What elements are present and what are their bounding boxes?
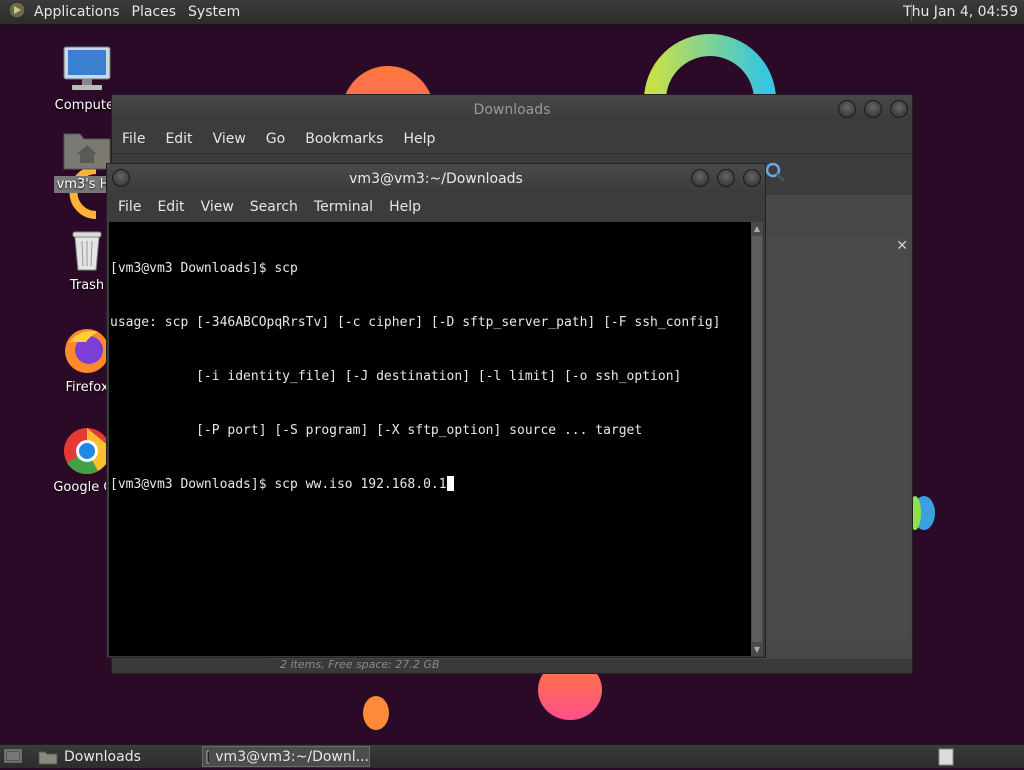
terminal-window: vm3@vm3:~/Downloads File Edit View Searc…: [106, 163, 766, 658]
maximize-button[interactable]: [864, 100, 882, 118]
menu-terminal[interactable]: Terminal: [314, 199, 373, 215]
text-cursor: [446, 476, 454, 491]
scroll-up-icon[interactable]: ▲: [751, 224, 763, 233]
applications-menu[interactable]: Applications: [34, 4, 120, 20]
scrollbar-thumb[interactable]: [752, 236, 762, 642]
clock[interactable]: Thu Jan 4, 04:59: [903, 4, 1018, 20]
terminal-prompt-line: [vm3@vm3 Downloads]$ scp ww.iso 192.168.…: [109, 476, 751, 494]
minimize-button[interactable]: [838, 100, 856, 118]
search-icon[interactable]: [764, 161, 786, 187]
distro-logo-icon[interactable]: [8, 1, 26, 23]
menu-edit[interactable]: Edit: [165, 131, 192, 147]
menu-bookmarks[interactable]: Bookmarks: [305, 131, 383, 147]
workspace-switcher-icon[interactable]: [938, 748, 954, 770]
computer-icon: [63, 46, 111, 90]
bottom-panel: Downloads vm3@vm3:~/Downl...: [0, 744, 1024, 768]
system-menu[interactable]: System: [188, 4, 240, 20]
menu-go[interactable]: Go: [266, 131, 285, 147]
maximize-button[interactable]: [717, 169, 735, 187]
menu-help[interactable]: Help: [403, 131, 435, 147]
terminal-line: [-i identity_file] [-J destination] [-l …: [110, 369, 682, 384]
terminal-line: [vm3@vm3 Downloads]$ scp: [110, 261, 298, 276]
taskbar-item-label: vm3@vm3:~/Downl...: [215, 748, 369, 765]
status-text: 2 items, Free space: 27.2 GB: [280, 658, 440, 671]
menu-view[interactable]: View: [201, 199, 234, 215]
close-button[interactable]: [743, 169, 761, 187]
menu-file[interactable]: File: [118, 199, 141, 215]
terminal-input: [vm3@vm3 Downloads]$ scp ww.iso 192.168.…: [110, 477, 447, 492]
menu-file[interactable]: File: [122, 131, 145, 147]
scroll-down-icon[interactable]: ▼: [751, 645, 763, 654]
info-panel: [768, 235, 908, 639]
terminal-titlebar[interactable]: vm3@vm3:~/Downloads: [107, 164, 765, 192]
menu-search[interactable]: Search: [250, 199, 298, 215]
terminal-icon: [206, 750, 210, 763]
window-title: vm3@vm3:~/Downloads: [349, 171, 523, 187]
file-manager-menubar: File Edit View Go Bookmarks Help: [112, 125, 912, 153]
show-desktop-icon[interactable]: [4, 748, 22, 768]
terminal-line: [-P port] [-S program] [-X sftp_option] …: [110, 423, 643, 438]
close-icon[interactable]: ✕: [896, 238, 908, 254]
taskbar-item-label: Downloads: [64, 748, 141, 765]
close-button[interactable]: [890, 100, 908, 118]
menu-edit[interactable]: Edit: [157, 199, 184, 215]
taskbar-item-downloads[interactable]: Downloads: [36, 746, 196, 767]
terminal-line: usage: scp [-346ABCOpqRrsTv] [-c cipher]…: [110, 315, 721, 330]
terminal-scrollbar[interactable]: ▲ ▼: [751, 222, 763, 656]
window-title: Downloads: [473, 102, 551, 118]
places-menu[interactable]: Places: [132, 4, 177, 20]
terminal-menubar: File Edit View Search Terminal Help: [107, 192, 765, 222]
folder-icon: [38, 751, 58, 764]
top-panel: Applications Places System Thu Jan 4, 04…: [0, 0, 1024, 25]
menu-view[interactable]: View: [213, 131, 246, 147]
taskbar-item-terminal[interactable]: vm3@vm3:~/Downl...: [202, 746, 370, 767]
minimize-button[interactable]: [691, 169, 709, 187]
terminal-screen[interactable]: [vm3@vm3 Downloads]$ scp usage: scp [-34…: [109, 222, 751, 656]
file-manager-titlebar[interactable]: Downloads: [112, 95, 912, 125]
menu-help[interactable]: Help: [389, 199, 421, 215]
